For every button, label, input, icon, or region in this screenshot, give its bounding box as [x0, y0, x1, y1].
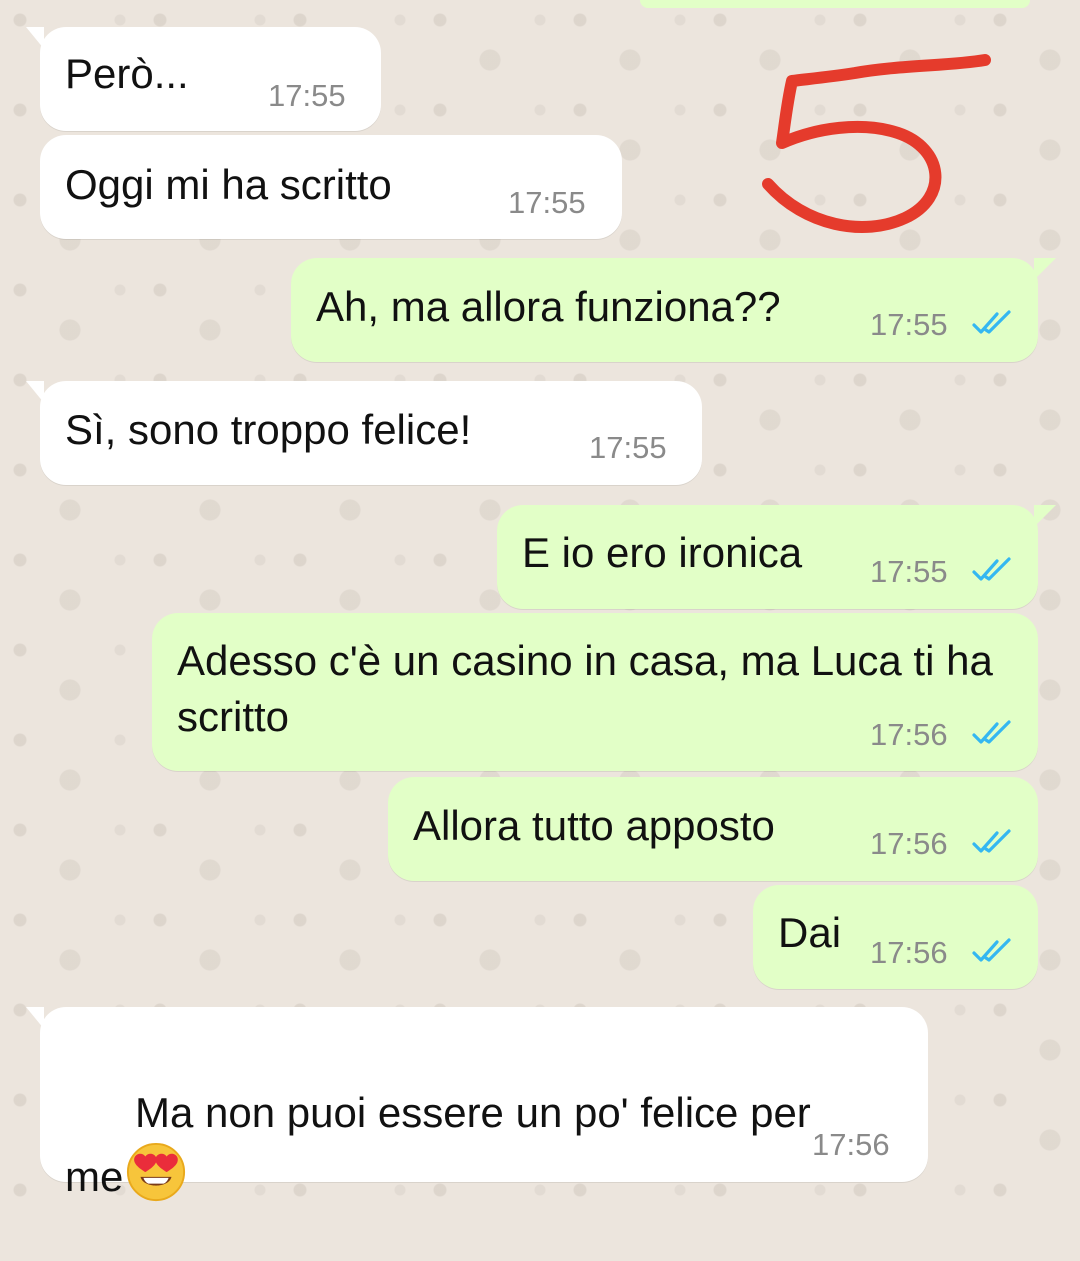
double-check-icon	[971, 827, 1015, 857]
double-check-icon	[971, 555, 1015, 585]
message-bubble[interactable]: Ma non puoi essere un po' felice per me …	[26, 1007, 928, 1202]
message-text: Allora tutto apposto	[413, 802, 775, 849]
message-text: Ah, ma allora funziona??	[316, 283, 781, 330]
message-time: 17:56	[812, 1127, 890, 1162]
message-bubble[interactable]: Però... 17:55	[26, 27, 381, 131]
message-bubble[interactable]: Ah, ma allora funziona?? 17:55	[291, 258, 1056, 362]
message-text: Dai	[778, 909, 842, 956]
message-text: Però...	[65, 50, 189, 97]
message-time: 17:55	[268, 78, 346, 113]
double-check-icon	[971, 308, 1015, 338]
message-time: 17:55	[508, 185, 586, 220]
message-bubble[interactable]: Adesso c'è un casino in casa, ma Luca ti…	[152, 613, 1038, 771]
message-time: 17:56	[870, 717, 948, 752]
handwritten-annotation-five	[745, 48, 1005, 238]
message-bubble[interactable]: E io ero ironica 17:55	[497, 505, 1056, 609]
message-text: Sì, sono troppo felice!	[65, 406, 472, 453]
heart-eyes-emoji-icon	[127, 1142, 186, 1202]
message-time: 17:55	[870, 554, 948, 589]
double-check-icon	[971, 718, 1015, 748]
message-bubble[interactable]: Oggi mi ha scritto 17:55	[40, 135, 622, 239]
message-time: 17:56	[870, 935, 948, 970]
message-text: Ma non puoi essere un po' felice per me	[65, 1029, 865, 1261]
message-bubble[interactable]: Allora tutto apposto 17:56	[388, 777, 1038, 881]
message-time: 17:56	[870, 826, 948, 861]
message-text: E io ero ironica	[522, 529, 803, 576]
double-check-icon	[971, 936, 1015, 966]
message-text: Oggi mi ha scritto	[65, 161, 392, 208]
message-time: 17:55	[589, 430, 667, 465]
chat-thread: Però... 17:55 Oggi mi ha scritto 17:55 A…	[0, 0, 1080, 1203]
message-bubble[interactable]: Dai 17:56	[753, 885, 1038, 989]
message-time: 17:55	[870, 307, 948, 342]
message-bubble[interactable]: Sì, sono troppo felice! 17:55	[26, 381, 702, 485]
